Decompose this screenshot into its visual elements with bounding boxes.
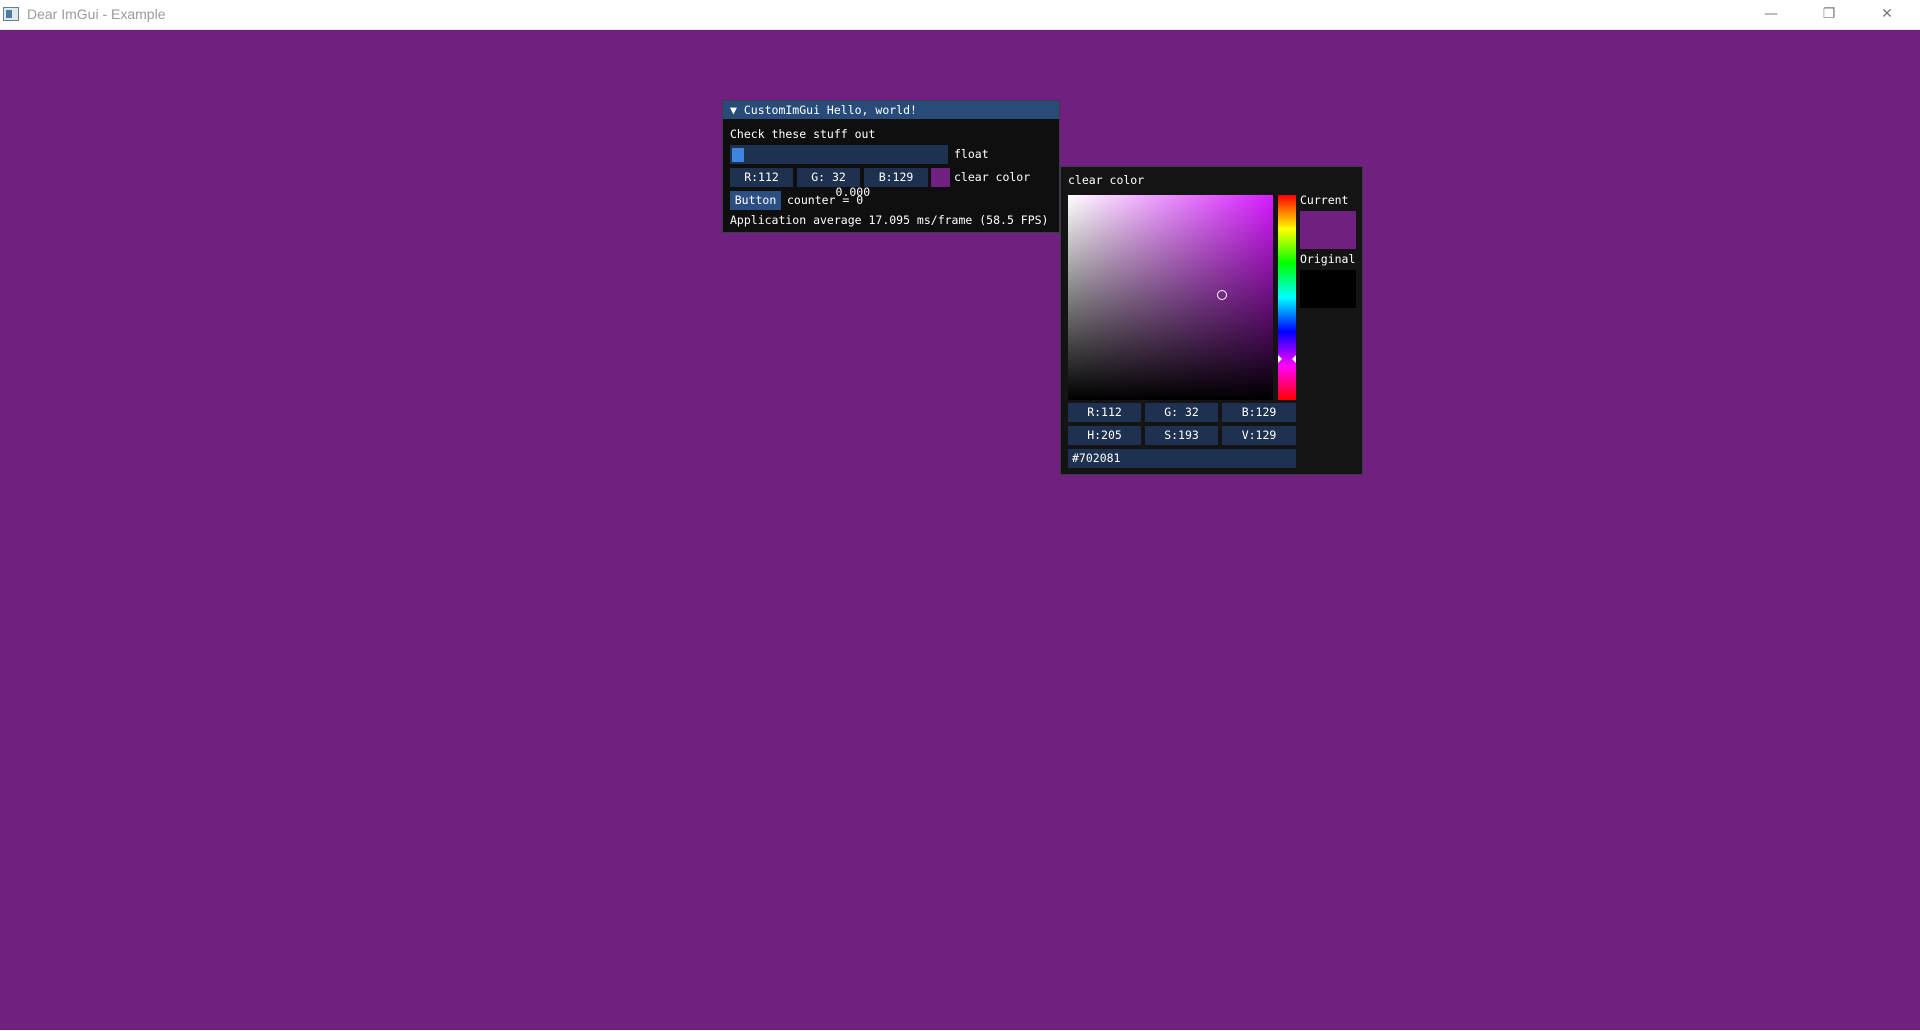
button[interactable]: Button <box>730 191 781 210</box>
maximize-icon[interactable]: ❐ <box>1800 0 1858 29</box>
close-icon[interactable]: ✕ <box>1858 0 1916 29</box>
color-b-field[interactable]: B:129 <box>864 168 928 187</box>
float-label: float <box>954 147 989 161</box>
saturation-value-square[interactable] <box>1068 195 1273 400</box>
minimize-icon[interactable]: — <box>1742 0 1800 29</box>
original-color-swatch[interactable] <box>1300 270 1356 308</box>
fps-text: Application average 17.095 ms/frame (58.… <box>730 213 1049 227</box>
color-picker-popup[interactable]: clear color Current Original R:112 G: 32… <box>1060 166 1363 475</box>
picker-g-field[interactable]: G: 32 <box>1145 403 1218 422</box>
current-color-swatch <box>1300 211 1356 249</box>
intro-text: Check these stuff out <box>730 127 876 141</box>
imgui-window-title[interactable]: ▼ CustomImGui Hello, world! <box>723 101 1059 119</box>
picker-b-field[interactable]: B:129 <box>1222 403 1296 422</box>
float-slider[interactable]: 0.000 <box>730 145 948 199</box>
counter-text: counter = 0 <box>787 193 864 207</box>
slider-grab[interactable] <box>732 148 744 162</box>
picker-r-field[interactable]: R:112 <box>1068 403 1141 422</box>
hex-input[interactable]: #702081 <box>1068 449 1296 468</box>
window-titlebar: Dear ImGui - Example — ❐ ✕ <box>0 0 1920 30</box>
current-label: Current <box>1300 193 1349 207</box>
app-icon <box>3 7 19 21</box>
picker-title: clear color <box>1068 173 1145 187</box>
hue-marker-left[interactable] <box>1278 355 1282 363</box>
picker-s-field[interactable]: S:193 <box>1145 426 1218 445</box>
original-label: Original <box>1300 252 1356 266</box>
sv-cursor[interactable] <box>1217 290 1227 300</box>
color-g-field[interactable]: G: 32 <box>797 168 860 187</box>
clear-color-swatch[interactable] <box>931 168 950 187</box>
window-title: Dear ImGui - Example <box>27 6 166 22</box>
hue-marker-right[interactable] <box>1292 355 1296 363</box>
clear-color-label: clear color <box>954 170 1031 184</box>
imgui-hello-window[interactable]: ▼ CustomImGui Hello, world! Check these … <box>722 100 1060 233</box>
picker-h-field[interactable]: H:205 <box>1068 426 1141 445</box>
hue-bar[interactable] <box>1278 195 1296 400</box>
color-r-field[interactable]: R:112 <box>730 168 793 187</box>
picker-v-field[interactable]: V:129 <box>1222 426 1296 445</box>
